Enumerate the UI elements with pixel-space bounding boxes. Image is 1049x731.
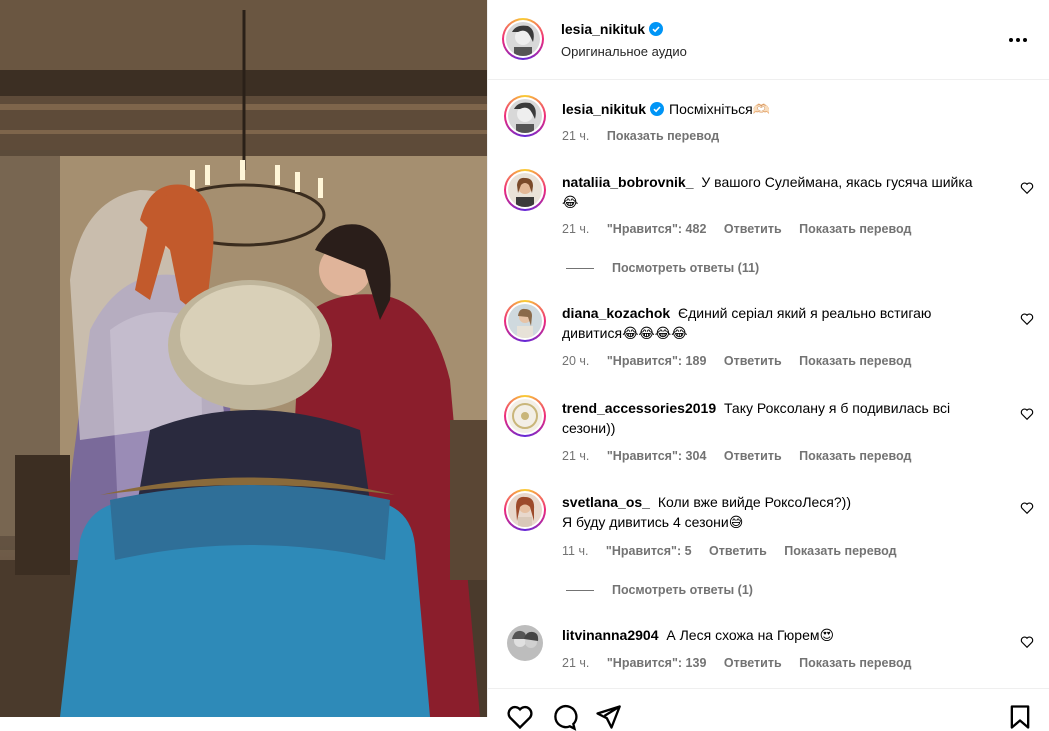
comment-emoji: 😂😂😂😂 <box>622 326 688 342</box>
comment-body: А Леся схожа на Гюрем <box>666 627 820 643</box>
replies-divider <box>566 589 594 591</box>
post-header: lesia_nikituk Оригинальное аудио <box>488 0 1049 80</box>
comment-time[interactable]: 21 ч. <box>562 449 589 463</box>
post-side-panel: lesia_nikituk Оригинальное аудио lesia_n… <box>487 0 1049 731</box>
view-replies-button[interactable]: Посмотреть ответы (1) <box>566 583 753 597</box>
comment-likes[interactable]: "Нравится": 482 <box>607 222 707 236</box>
comment-avatar[interactable] <box>504 395 546 437</box>
bookmark-icon[interactable] <box>1006 703 1034 731</box>
translate-button[interactable]: Показать перевод <box>799 222 911 236</box>
comment-body: У вашого Сулеймана, якась гусяча шийка <box>701 174 973 190</box>
verified-badge-icon <box>650 102 665 116</box>
heart-icon[interactable] <box>1020 407 1034 421</box>
comment-emoji: 😅 <box>728 515 744 531</box>
comment-item: trend_accessories2019 Таку Роксолану я б… <box>504 395 1034 465</box>
heart-icon[interactable] <box>1020 181 1034 195</box>
caption-translate-button[interactable]: Показать перевод <box>607 129 719 143</box>
comment-time[interactable]: 11 ч. <box>562 544 588 558</box>
author-avatar[interactable] <box>502 18 544 60</box>
caption-time[interactable]: 21 ч. <box>562 129 589 143</box>
comment-avatar[interactable] <box>504 300 546 342</box>
view-replies-label: Посмотреть ответы (11) <box>612 261 760 275</box>
post-photo <box>0 0 487 717</box>
view-replies-label: Посмотреть ответы (1) <box>612 583 753 597</box>
more-options-icon[interactable] <box>1006 28 1030 52</box>
translate-button[interactable]: Показать перевод <box>799 656 911 670</box>
comment-item: svetlana_os_ Коли вже вийде РоксоЛеся?))… <box>504 489 1034 559</box>
comments-list: lesia_nikituk Посміхніться🫶🏻 21 ч. Показа… <box>488 81 1049 687</box>
reply-button[interactable]: Ответить <box>724 222 782 236</box>
caption-avatar-photo <box>508 99 542 133</box>
comment-avatar-photo <box>508 173 542 207</box>
comment-text: nataliia_bobrovnik_ У вашого Сулеймана, … <box>562 172 992 213</box>
comment-likes[interactable]: "Нравится": 139 <box>607 656 707 670</box>
comment-likes[interactable]: "Нравится": 5 <box>606 544 692 558</box>
heart-icon[interactable] <box>1020 312 1034 326</box>
comment-item: diana_kozachok Єдиний серіал який я реал… <box>504 300 1034 370</box>
comment-text: trend_accessories2019 Таку Роксолану я б… <box>562 398 992 438</box>
comment-meta: 21 ч. "Нравится": 304 Ответить Показать … <box>562 449 925 463</box>
post-caption: lesia_nikituk Посміхніться🫶🏻 21 ч. Показа… <box>504 95 1034 155</box>
comment-item: nataliia_bobrovnik_ У вашого Сулеймана, … <box>504 169 1034 259</box>
reply-button[interactable]: Ответить <box>709 544 767 558</box>
comment-avatar[interactable] <box>504 169 546 211</box>
view-replies-button[interactable]: Посмотреть ответы (11) <box>566 261 759 275</box>
translate-button[interactable]: Показать перевод <box>799 449 911 463</box>
comment-item: litvinanna2904 А Леся схожа на Гюрем😍 21… <box>504 622 1034 687</box>
translate-button[interactable]: Показать перевод <box>784 544 896 558</box>
caption-emoji: 🫶🏻 <box>752 102 771 118</box>
comment-username[interactable]: svetlana_os_ <box>562 494 650 510</box>
reply-button[interactable]: Ответить <box>724 449 782 463</box>
comment-meta: 20 ч. "Нравится": 189 Ответить Показать … <box>562 354 925 368</box>
heart-icon[interactable] <box>506 703 534 731</box>
post-action-bar <box>488 688 1049 731</box>
comment-likes[interactable]: "Нравится": 304 <box>607 449 707 463</box>
caption-text: lesia_nikituk Посміхніться🫶🏻 <box>562 99 992 120</box>
heart-icon[interactable] <box>1020 501 1034 515</box>
reply-button[interactable]: Ответить <box>724 354 782 368</box>
reply-button[interactable]: Ответить <box>724 656 782 670</box>
audio-label[interactable]: Оригинальное аудио <box>561 44 687 59</box>
caption-avatar[interactable] <box>504 95 546 137</box>
comment-username[interactable]: nataliia_bobrovnik_ <box>562 174 693 190</box>
comment-avatar-photo <box>508 304 542 338</box>
comment-icon[interactable] <box>550 703 578 731</box>
share-icon[interactable] <box>594 703 622 731</box>
translate-button[interactable]: Показать перевод <box>799 354 911 368</box>
comment-avatar-photo <box>508 399 542 433</box>
comment-text: litvinanna2904 А Леся схожа на Гюрем😍 <box>562 625 992 646</box>
caption-body: Посміхніться <box>669 101 753 117</box>
post-media-image[interactable] <box>0 0 487 717</box>
comment-likes[interactable]: "Нравится": 189 <box>607 354 707 368</box>
comment-avatar[interactable] <box>507 625 543 661</box>
heart-icon[interactable] <box>1020 635 1034 649</box>
comment-username[interactable]: trend_accessories2019 <box>562 400 716 416</box>
comment-body-line2: Я буду дивитись 4 сезони <box>562 514 729 530</box>
comment-avatar-photo <box>507 625 543 661</box>
comment-time[interactable]: 20 ч. <box>562 354 589 368</box>
comment-meta: 21 ч. "Нравится": 482 Ответить Показать … <box>562 222 925 236</box>
comment-meta: 11 ч. "Нравится": 5 Ответить Показать пе… <box>562 544 911 558</box>
comment-time[interactable]: 21 ч. <box>562 222 589 236</box>
comment-username[interactable]: litvinanna2904 <box>562 627 659 643</box>
comment-emoji: 😍 <box>819 628 835 644</box>
caption-username[interactable]: lesia_nikituk <box>562 101 646 117</box>
comment-text: svetlana_os_ Коли вже вийде РоксоЛеся?))… <box>562 492 992 533</box>
author-username[interactable]: lesia_nikituk <box>561 21 645 37</box>
comment-emoji: 😂 <box>562 195 579 211</box>
comment-text: diana_kozachok Єдиний серіал який я реал… <box>562 303 992 344</box>
replies-divider <box>566 267 594 269</box>
comment-meta: 21 ч. "Нравится": 139 Ответить Показать … <box>562 656 925 670</box>
comment-body: Коли вже вийде РоксоЛеся?)) <box>657 494 851 510</box>
comment-time[interactable]: 21 ч. <box>562 656 589 670</box>
comment-username[interactable]: diana_kozachok <box>562 305 670 321</box>
verified-badge-icon <box>649 22 664 36</box>
author-avatar-photo <box>506 22 540 56</box>
comment-avatar-photo <box>508 493 542 527</box>
caption-meta: 21 ч. Показать перевод <box>562 129 733 143</box>
comment-avatar[interactable] <box>504 489 546 531</box>
